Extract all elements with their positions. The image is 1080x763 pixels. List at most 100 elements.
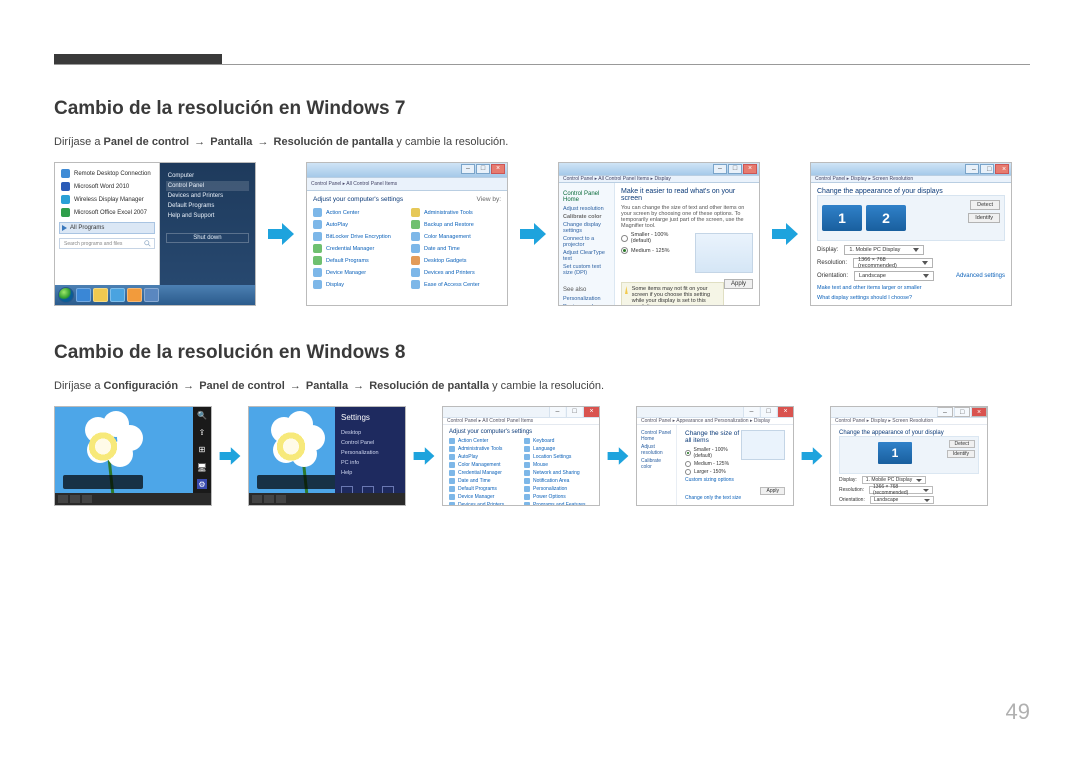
taskbar-item [93, 288, 108, 302]
sres-link: What display settings should I choose? [817, 295, 1005, 301]
preview-icon [741, 430, 785, 460]
dropdown-value: 1. Mobile PC Display [866, 477, 912, 483]
settings-item: Personalization [341, 448, 399, 458]
display-desc: You can change the size of text and othe… [621, 205, 753, 229]
close-icon: × [583, 407, 599, 417]
minimize-icon: – [461, 164, 475, 174]
dropdown: Landscape [854, 271, 934, 281]
search-charm-icon: 🔍 [197, 411, 207, 421]
path-1: Configuración [104, 380, 179, 392]
desc-pre: Diríjase a [54, 136, 104, 148]
note-text: Some items may not fit on your screen if… [632, 286, 720, 306]
cp-item: Credential Manager [326, 246, 374, 252]
radio-label: Smaller - 100% (default) [631, 232, 688, 244]
start-orb-icon [58, 287, 74, 303]
close-icon: × [995, 164, 1009, 174]
desc-pre: Diríjase a [54, 380, 104, 392]
monitor-icon: 1 [878, 442, 912, 464]
win7-start-menu-screenshot: Remote Desktop Connection Microsoft Word… [54, 162, 256, 306]
side-link: Set custom text size (DPI) [563, 263, 610, 277]
identify-button: Identify [947, 450, 975, 458]
radio-icon [685, 461, 691, 467]
dropdown-value: 1366 × 768 (recommended) [858, 257, 922, 269]
close-icon: × [491, 164, 505, 174]
side-link: Devices and Printers [563, 303, 610, 306]
win8-display-screenshot: –□× Control Panel ▸ Appearance and Perso… [636, 406, 794, 506]
side-link: Adjust resolution [563, 205, 610, 213]
start-item: Microsoft Office Excel 2007 [74, 210, 147, 216]
close-icon: × [743, 164, 757, 174]
display-link: Change only the text size [685, 495, 785, 501]
charms-bar: 🔍 ⇪ ⊞ 🖥 ⚙ [193, 407, 211, 493]
maximize-icon: □ [566, 407, 582, 417]
dropdown: Landscape [870, 496, 934, 504]
search-placeholder: Search programs and files [64, 241, 122, 247]
cp-item: Date and Time [424, 246, 460, 252]
win7-display-screenshot: –□× Control Panel ▸ All Control Panel It… [558, 162, 760, 306]
maximize-icon: □ [760, 407, 776, 417]
cp-item: Action Center [458, 438, 488, 444]
step-arrow-icon [412, 444, 436, 468]
sres-link: Make text and other items larger or smal… [817, 285, 1005, 291]
start-right-item: Control Panel [166, 181, 249, 191]
monitor-icon: 1 [822, 205, 862, 231]
shutdown-button: Shut down [166, 233, 249, 243]
settings-charm-icon: ⚙ [197, 479, 207, 489]
section2-desc: Diríjase a Configuración → Panel de cont… [54, 380, 1030, 392]
cp-item: Color Management [424, 234, 471, 240]
breadcrumb: Control Panel ▸ All Control Panel Items [443, 418, 599, 425]
share-charm-icon: ⇪ [197, 428, 207, 438]
cp-item: Administrative Tools [424, 210, 473, 216]
settings-title: Settings [341, 413, 399, 422]
page-content: Cambio de la resolución en Windows 7 Dir… [54, 98, 1030, 542]
search-icon [144, 240, 151, 247]
cp-item: Desktop Gadgets [424, 258, 467, 264]
dropdown-value: 1. Mobile PC Display [849, 247, 900, 253]
radio-icon [621, 235, 628, 242]
win8-steps-row: 🔍 ⇪ ⊞ 🖥 ⚙ Settings Desktop Control Panel [54, 406, 1030, 506]
win7-steps-row: Remote Desktop Connection Microsoft Word… [54, 162, 1030, 306]
desc-post: y cambie la resolución. [492, 380, 604, 392]
desc-post: y cambie la resolución. [396, 136, 508, 148]
path-2: Panel de control [199, 380, 285, 392]
monitor-icon: 2 [866, 205, 906, 231]
step-arrow-icon [518, 219, 548, 249]
start-item: Microsoft Word 2010 [74, 184, 129, 190]
start-charm-icon: ⊞ [197, 445, 207, 455]
maximize-icon: □ [728, 164, 742, 174]
breadcrumb: Control Panel ▸ Appearance and Personali… [637, 418, 793, 425]
taskbar [55, 493, 211, 505]
close-icon: × [971, 407, 987, 417]
taskbar [249, 493, 405, 505]
detect-button: Detect [970, 200, 1000, 210]
arrow-icon: → [288, 380, 303, 392]
start-right-item: Help and Support [166, 211, 249, 221]
minimize-icon: – [965, 164, 979, 174]
breadcrumb: Control Panel ▸ Display ▸ Screen Resolut… [831, 418, 987, 425]
apply-button: Apply [760, 487, 785, 495]
devices-charm-icon: 🖥 [197, 462, 207, 472]
cp-item: Device Manager [326, 270, 366, 276]
dropdown: 1. Mobile PC Display [862, 476, 926, 484]
path-3: Pantalla [306, 380, 348, 392]
section1-title: Cambio de la resolución en Windows 7 [54, 98, 1030, 120]
cp-item: Action Center [326, 210, 359, 216]
arrow-icon: → [351, 380, 366, 392]
win8-settings-flyout-screenshot: Settings Desktop Control Panel Personali… [248, 406, 406, 506]
side-link: Personalization [563, 295, 610, 303]
triangle-icon [62, 225, 67, 231]
taskbar-item [76, 288, 91, 302]
chevron-down-icon [923, 489, 929, 492]
section1-desc: Diríjase a Panel de control → Pantalla →… [54, 136, 1030, 148]
media-overlay [257, 475, 337, 489]
cp-item: Backup and Restore [424, 222, 474, 228]
dropdown-value: 1366 × 768 (recommended) [873, 484, 923, 496]
side-heading: Control Panel Home [563, 191, 610, 203]
start-item: Remote Desktop Connection [74, 171, 151, 177]
path-3: Resolución de pantalla [274, 136, 394, 148]
side-link: Adjust ClearType text [563, 249, 610, 263]
field-label: Resolution: [817, 260, 847, 266]
cp-item: Default Programs [326, 258, 369, 264]
radio-icon [685, 450, 691, 456]
dropdown: 1. Mobile PC Display [844, 245, 924, 255]
